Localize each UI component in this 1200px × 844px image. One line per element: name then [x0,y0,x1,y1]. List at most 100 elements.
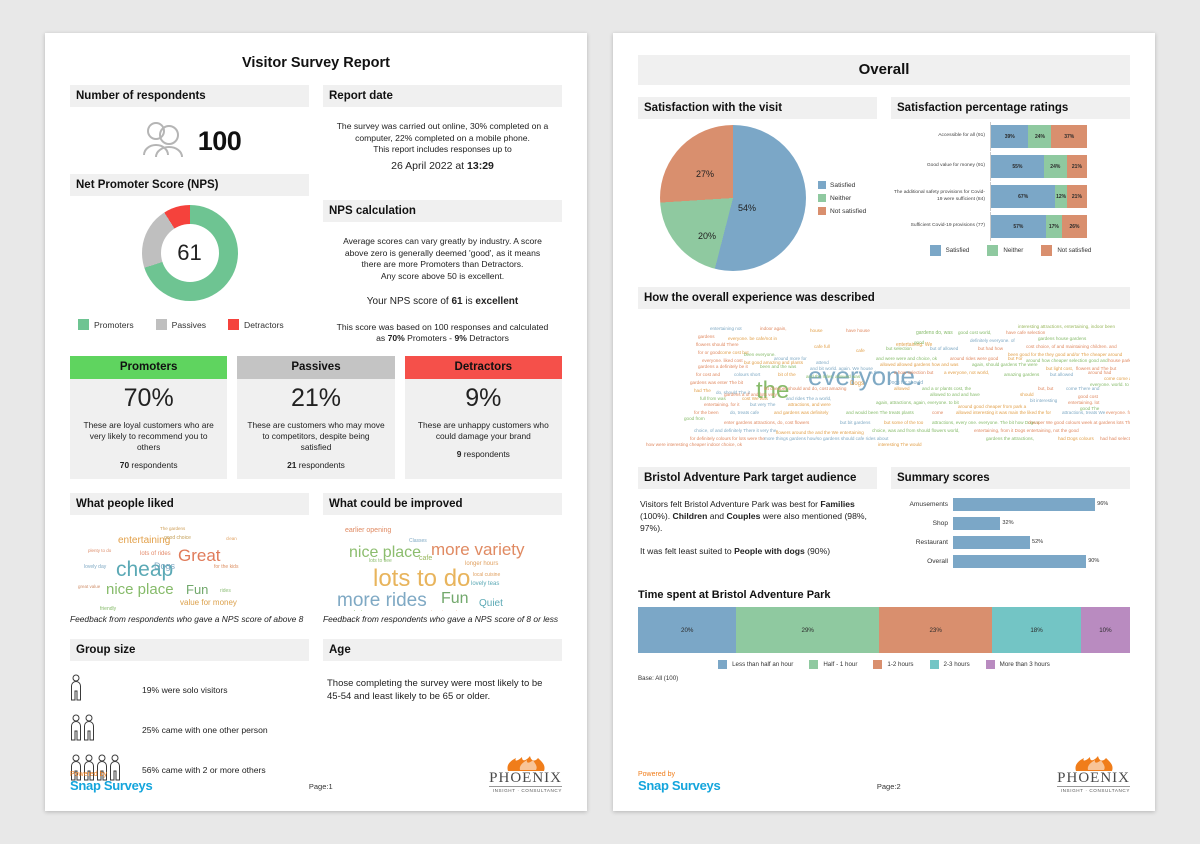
group-size-row: 19% were solo visitors [70,674,309,707]
pie-slice-label: 54% [738,203,757,213]
word-cloud-term: everyone. for bit a full [1106,410,1130,415]
word-cloud-term: and bit world. again. We house [810,366,873,371]
word-cloud-term: amazing gardens [1004,372,1040,377]
word-cloud-liked-note: Feedback from respondents who gave a NPS… [70,613,304,624]
word-cloud-term: great value [78,583,101,589]
satisfaction-bar: 57% 17% 26% [991,215,1087,238]
legend-swatch-icon [718,660,728,669]
word-cloud-term: but For [1008,356,1023,361]
word-cloud-term: allowed allowed gardens how and was [880,362,959,367]
summary-score-bar [953,516,1001,530]
word-cloud-term: everyone. liked cost [702,358,743,363]
word-cloud-term: around good cheaper from park a [958,404,1027,409]
satisfaction-bar-segment: 55% [991,155,1044,178]
word-cloud-term: for the kids [214,563,239,570]
nps-donut-chart: 61 [70,196,309,305]
word-cloud-term: come [932,410,944,415]
page-number: Page:2 [876,782,901,791]
nps-score-value: 61 [160,224,219,282]
word-cloud-term: interesting The would [878,442,922,447]
legend-label: Satisfied [830,181,856,189]
word-cloud-term: do, treats cafe [730,410,760,415]
section-header-satisfaction-pie: Satisfaction with the visit [638,97,877,119]
person-icon [70,674,132,707]
word-cloud-term: but, but [1038,386,1054,391]
word-cloud-term: entertaining [118,534,171,546]
legend-label: Half - 1 hour [823,661,858,668]
group-size-label: 25% came with one other person [142,725,268,735]
satisfaction-bar-label: Good value for money (91) [891,152,991,181]
word-cloud-term: good from [684,416,705,421]
legend-label: Neither [1003,247,1024,254]
legend-label: Less than half an hour [732,661,794,668]
word-cloud-term: again, should gardens The were [972,362,1038,367]
section-header-respondents: Number of respondents [70,85,309,107]
section-header-summary-scores: Summary scores [891,467,1130,489]
legend-label: 1-2 hours [887,661,914,668]
page-title: Visitor Survey Report [241,55,390,71]
summary-scores-chart: Amusements 96% Shop 32% Restaurant 52% Overall… [891,489,1130,568]
card-percentage: 70% [123,383,174,412]
section-header-what-people-liked: What people liked [70,492,309,515]
word-cloud-term: interesting attractions, entertaining, i… [1018,324,1116,329]
legend-swatch-icon [929,245,941,256]
page-2-footer: Powered by Snap Surveys Page:2 PHOENIX I… [638,755,1130,793]
word-cloud-term: and rides The a world, [786,396,832,401]
word-cloud-term: been good for the they good and/or The c… [1008,352,1123,357]
report-date-text: The survey was carried out online, 30% c… [323,107,562,178]
section-header-age: Age [323,638,562,661]
word-cloud-term: clean [226,535,237,541]
summary-score-row: Shop 32% [891,516,1130,530]
satisfaction-bar-label: The additional safety provisions for Cov… [891,182,991,211]
word-cloud-term: gardens was enter The bit [690,380,744,385]
legend-item: Less than half an hour [718,660,793,669]
pie-slice-label: 20% [698,231,717,241]
word-cloud-term: attractions, and were [788,402,831,407]
group-size-label: 19% were solo visitors [142,685,228,695]
word-cloud-term: allowed interesting it was main the like… [956,410,1051,415]
page-2-title: Overall [638,55,1130,85]
card-title: Detractors [404,355,562,379]
word-cloud-term: come come and [1104,376,1130,381]
summary-score-label: Overall [927,557,948,565]
word-cloud-term: a the [870,370,881,375]
summary-score-bar [953,497,1096,511]
word-cloud-term: a how selection but [894,370,934,375]
time-spent-base-note: Base: All (100) [638,675,679,682]
word-cloud-term: friendly [100,605,117,611]
nps-category-card: Passives 21% These are customers who may m… [237,355,395,479]
section-header-satisfaction-ratings: Satisfaction percentage ratings [891,97,1130,119]
respondents-block: 100 [70,107,309,174]
card-respondents: 9 respondents [456,448,510,459]
legend-label: Not satisfied [1057,247,1092,254]
legend-item: Neither [818,194,866,202]
page-number: Page:1 [308,782,333,791]
report-page-2: Overall Satisfaction with the visit 54% 2… [613,33,1155,811]
word-cloud-term: good cost world, [958,330,992,335]
word-cloud-term: Fun [186,581,209,597]
section-header-target-audience: Bristol Adventure Park target audience [638,467,877,489]
satisfaction-bars-legend: Satisfied Neither Not satisfied [891,245,1130,256]
legend-item: 1-2 hours [873,660,914,669]
snap-surveys-logo: Powered by Snap Surveys [70,771,153,793]
legend-swatch-icon [929,660,939,669]
word-cloud-term: house [810,328,823,333]
word-cloud-term: been everyone. [744,352,776,357]
card-description: These are customers who may move to comp… [247,419,385,452]
nps-category-card: Promoters 70% These are loyal customers wh… [70,355,228,479]
word-cloud-term: entertaining. for it [704,402,740,407]
word-cloud-term: entertaining. lot [1068,400,1100,405]
legend-swatch-icon [985,660,995,669]
word-cloud-term: plenty to do [88,547,112,553]
group-size-row: 25% came with one other person [70,714,309,747]
satisfaction-bar-segment: 12% [1055,185,1067,208]
summary-score-row: Overall 90% [891,554,1130,568]
word-cloud-term: value for money [180,597,237,607]
word-cloud-term: attend [816,360,829,365]
word-cloud-term: cafe [856,348,865,353]
section-header-report-date: Report date [323,85,562,107]
word-cloud-term: enter gardens attractions, do, cost flow… [724,420,810,425]
time-spent-segment: 20% [638,607,737,653]
nps-rating-sentence: Your NPS score of 61 is excellent [366,296,519,307]
section-header-experience-described: How the overall experience was described [638,287,1130,309]
